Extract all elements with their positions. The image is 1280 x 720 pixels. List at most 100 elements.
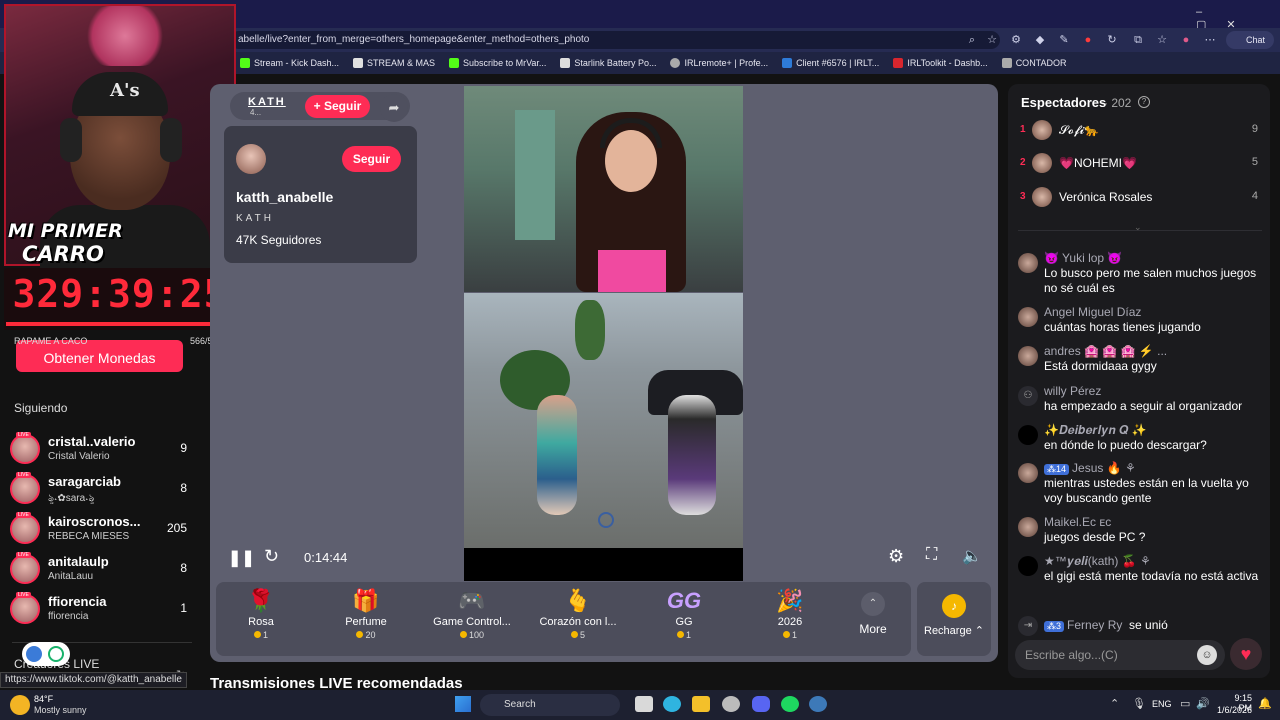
top-viewer[interactable]: 3 Verónica Rosales 4 xyxy=(1018,187,1262,211)
extensions-icon[interactable]: ⧉ xyxy=(1130,32,1146,48)
chat-username[interactable]: Maikel.Ec ᴇᴄ xyxy=(1044,515,1111,529)
settings-icon[interactable]: ⚙ xyxy=(888,546,904,567)
cap-logo: A's xyxy=(110,80,140,101)
chat-username[interactable]: ⁂3 Ferney Ry se unió xyxy=(1044,618,1168,632)
taskbar-search[interactable]: Search xyxy=(480,694,620,716)
extension-icon[interactable]: ⚙ xyxy=(1008,32,1024,48)
more-gifts-button[interactable]: ⌃ More xyxy=(848,590,898,650)
url-field[interactable]: abelle/live?enter_from_merge=others_home… xyxy=(230,31,1000,49)
chat-input[interactable]: Escribe algo...(C) xyxy=(1015,640,1225,670)
clock-date[interactable]: 1/6/2026 xyxy=(1212,705,1252,715)
following-item[interactable]: LIVE ffiorencia ffiorencia 1 xyxy=(10,592,190,628)
chat-username[interactable]: ⁂14 Jesus 🔥 ⚘ xyxy=(1044,461,1136,475)
gift-item[interactable]: 🌹 Rosa 1 xyxy=(216,586,306,652)
gift-item[interactable]: 🎮 Game Control... 100 xyxy=(427,586,517,652)
language-indicator[interactable]: ENG xyxy=(1152,699,1172,709)
network-icon[interactable]: ▭ xyxy=(1180,697,1190,710)
reload-icon[interactable]: ↻ xyxy=(264,546,279,567)
zoom-icon[interactable]: ⌕ xyxy=(964,32,980,48)
steam-icon[interactable] xyxy=(809,696,827,712)
gift-name: GG xyxy=(675,616,693,628)
live-badge: LIVE xyxy=(16,592,31,598)
share-icon[interactable]: ➦ xyxy=(380,94,408,122)
bookmark-item[interactable]: Stream - Kick Dash... xyxy=(240,58,339,68)
following-subtitle: Cristal Valerio xyxy=(48,451,110,462)
following-item[interactable]: LIVE cristal..valerio Cristal Valerio 9 xyxy=(10,432,190,468)
file-explorer-icon[interactable] xyxy=(692,696,710,712)
gift-item[interactable]: 🎉 2026 1 xyxy=(745,586,835,652)
coin-icon xyxy=(253,631,261,638)
edge-icon[interactable] xyxy=(663,696,681,712)
gift-item[interactable]: 🎁 Perfume 20 xyxy=(321,586,411,652)
chevron-down-icon[interactable]: ⌄ xyxy=(1134,222,1142,233)
chat-text: mientras ustedes están en la vuelta yo v… xyxy=(1044,476,1249,505)
weather-temp[interactable]: 84°F xyxy=(34,694,53,704)
chat-text: Está dormidaaa gygy xyxy=(1044,359,1157,373)
avatar[interactable] xyxy=(1018,517,1038,537)
chat-username[interactable]: willy Pérez xyxy=(1044,384,1101,398)
viewer-name: 𝓢𝓸𝓯𝓲🐆 xyxy=(1059,123,1100,137)
menu-icon[interactable]: ⋯ xyxy=(1202,32,1218,48)
spotify-icon[interactable] xyxy=(781,696,799,712)
following-item[interactable]: LIVE kairoscronos... REBECA MIESES 205 xyxy=(10,512,190,548)
gift-item[interactable]: GG GG 1 xyxy=(639,586,729,652)
bookmark-star-icon[interactable]: ☆ xyxy=(984,32,1000,48)
bookmark-item[interactable]: Starlink Battery Po... xyxy=(560,58,656,68)
avatar[interactable] xyxy=(1018,425,1038,445)
favorites-icon[interactable]: ☆ xyxy=(1154,32,1170,48)
fullscreen-icon[interactable]: ⛶ xyxy=(926,546,937,564)
card-follow-button[interactable]: Seguir xyxy=(342,146,401,172)
windows-start-icon[interactable] xyxy=(455,696,471,712)
host-name[interactable]: KATH xyxy=(248,96,286,108)
bookmark-item[interactable]: IRLremote+ | Profe... xyxy=(670,58,768,68)
speaker-icon[interactable]: 🔊 xyxy=(1196,697,1210,710)
following-item[interactable]: LIVE saragarciab ৡ˖✿sara˖ৡ 8 xyxy=(10,472,190,508)
avatar[interactable] xyxy=(1018,346,1038,366)
extension-icon[interactable]: ◆ xyxy=(1032,32,1048,48)
discord-icon[interactable] xyxy=(752,696,770,712)
chat-username[interactable]: Angel Miguel Díaz xyxy=(1044,305,1141,319)
copilot-chat-button[interactable]: Chat xyxy=(1226,31,1274,49)
obs-icon[interactable] xyxy=(722,696,740,712)
following-item[interactable]: LIVE anitalaulp AnitaLauu 8 xyxy=(10,552,190,588)
profile-icon[interactable]: ● xyxy=(1178,32,1194,48)
avatar[interactable] xyxy=(1018,253,1038,273)
chevron-up-icon[interactable]: ⌃ xyxy=(1110,697,1119,710)
heart-icon[interactable]: ♥ xyxy=(1230,638,1262,670)
more-label: More xyxy=(859,622,887,636)
pause-icon[interactable]: ❚❚ xyxy=(228,548,255,568)
bookmark-item[interactable]: Client #6576 | IRLT... xyxy=(782,58,879,68)
task-view-icon[interactable] xyxy=(635,696,653,712)
top-viewer[interactable]: 2 💗NOHEMI💗 5 xyxy=(1018,153,1262,177)
avatar[interactable] xyxy=(1018,307,1038,327)
gift-item[interactable]: 🫰 Corazón con l... 5 xyxy=(533,586,623,652)
avatar[interactable] xyxy=(1018,556,1038,576)
volume-icon[interactable]: 🔈 xyxy=(962,546,982,566)
avatar[interactable] xyxy=(1018,463,1038,483)
chat-username[interactable]: ✨𝑫𝒆𝒊𝒃𝒆𝒓𝒍𝒚𝒏 𝑸 ✨ xyxy=(1044,423,1147,438)
chat-username[interactable]: 😈 Yuki lop 😈 xyxy=(1044,251,1122,265)
recharge-button[interactable]: ♪ Recharge ⌃ xyxy=(917,582,991,656)
weather-desc[interactable]: Mostly sunny xyxy=(34,705,87,715)
emoji-icon[interactable]: ☺ xyxy=(1197,645,1217,665)
microphone-icon[interactable]: 🎙 xyxy=(1132,697,1146,710)
chat-username[interactable]: ★™𝒚𝒆𝒍𝒊(kath) 🍒 ⚘ xyxy=(1044,554,1151,569)
top-viewer[interactable]: 1 𝓢𝓸𝓯𝓲🐆 9 xyxy=(1018,120,1262,144)
follow-button[interactable]: + Seguir xyxy=(305,95,370,118)
chat-text: se unió xyxy=(1129,618,1168,632)
chat-username[interactable]: andres 🏩 🏩 🏩 ⚡ ... xyxy=(1044,344,1167,358)
viewer-rank: 3 xyxy=(1020,191,1026,202)
extension-icon[interactable]: ↻ xyxy=(1104,32,1120,48)
avatar[interactable] xyxy=(236,144,266,174)
bookmark-item[interactable]: STREAM & MAS xyxy=(353,58,435,68)
sun-icon[interactable] xyxy=(10,695,30,715)
notification-icon[interactable]: 🔔 xyxy=(1258,697,1272,710)
bookmark-item[interactable]: IRLToolkit - Dashb... xyxy=(893,58,988,68)
info-icon[interactable]: ? xyxy=(1138,96,1150,108)
extension-icon[interactable]: ● xyxy=(1080,32,1096,48)
host-handle[interactable]: katth_anabelle xyxy=(236,189,333,205)
extension-icon[interactable]: ✎ xyxy=(1056,32,1072,48)
bookmark-item[interactable]: CONTADOR xyxy=(1001,58,1067,68)
bookmark-item[interactable]: Subscribe to MrVar... xyxy=(449,58,546,68)
counter-icon xyxy=(1001,58,1012,68)
